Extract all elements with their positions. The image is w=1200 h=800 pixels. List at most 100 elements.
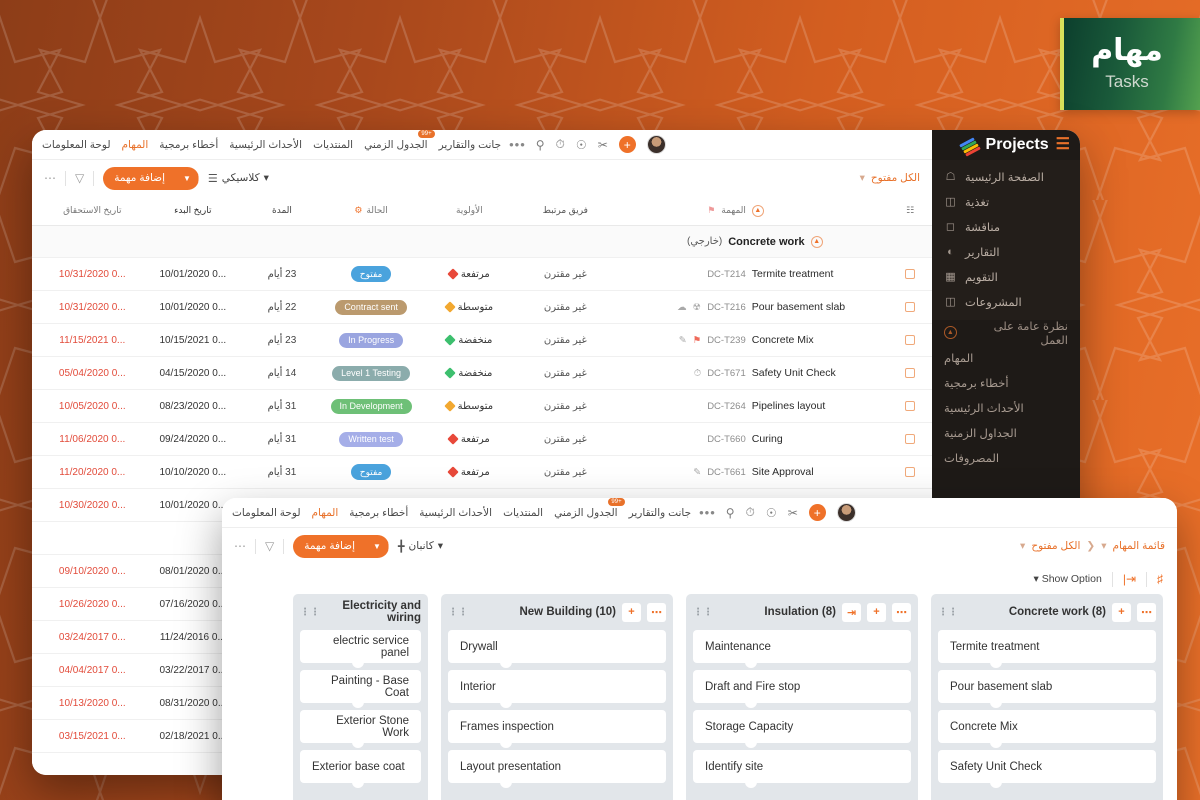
row-status[interactable]: In Development (321, 398, 422, 414)
kanban-card[interactable]: Identify site (693, 750, 911, 788)
nav-link-timeline[interactable]: الجدول الزمني (364, 139, 427, 151)
kanban-card[interactable]: Concrete Mix (938, 710, 1156, 748)
drag-handle-icon[interactable]: ⋮⋮ (300, 607, 320, 618)
tools-icon[interactable]: ✂ (788, 506, 798, 520)
sidebar-section-overview[interactable]: نظرة عامة على العمل ▲ (932, 320, 1080, 347)
plus-button[interactable]: + (808, 504, 826, 521)
status-badge[interactable]: Written test (339, 431, 403, 447)
kanban-column[interactable]: ⋯ + (8) Concrete work ⋮⋮ Termite treatmen… (931, 594, 1163, 800)
search-icon[interactable]: ⚲ (726, 506, 735, 520)
breadcrumb-item-all-open[interactable]: الكل مفتوح (1031, 540, 1080, 552)
kanban-card[interactable]: Layout presentation (448, 750, 666, 788)
collapse-all-icon[interactable]: ▲ (751, 204, 764, 217)
kanban-card[interactable]: Storage Capacity (693, 710, 911, 748)
timer-icon[interactable]: ⏱ (746, 505, 755, 520)
kanban-card[interactable]: Exterior Stone Work (300, 710, 421, 748)
more-icon[interactable]: ⋯ (44, 171, 56, 185)
hamburger-icon[interactable]: ☰ (1056, 137, 1070, 153)
task-name[interactable]: Concrete Mix (752, 334, 814, 346)
nav-link-gantt[interactable]: جانت والتقارير (439, 139, 502, 151)
nav-link-milestones[interactable]: الأحداث الرئيسية (229, 139, 302, 151)
add-task-button[interactable]: ▼ إضافة مهمة (293, 534, 389, 558)
avatar[interactable] (646, 135, 666, 154)
nav-link-milestones[interactable]: الأحداث الرئيسية (419, 507, 492, 519)
nav-link-bugs[interactable]: أخطاء برمجية (159, 139, 218, 151)
nav-link-forums[interactable]: المنتديات (503, 507, 543, 519)
nav-link-tasks[interactable]: المهام (122, 139, 149, 151)
table-group-row[interactable]: ▲ Concrete work (خارجي) (32, 226, 932, 258)
chevron-down-icon[interactable]: ▼ (176, 166, 199, 190)
row-checkbox[interactable] (898, 269, 922, 279)
task-name[interactable]: Termite treatment (752, 268, 834, 280)
sidebar-item-projects[interactable]: المشروعات ◫ (932, 289, 1080, 314)
topnav-more-icon[interactable]: ••• (509, 137, 526, 152)
task-name[interactable]: Curing (752, 433, 783, 445)
kanban-board[interactable]: ⋯ + (8) Concrete work ⋮⋮ Termite treatmen… (222, 594, 1177, 800)
task-name[interactable]: Pour basement slab (752, 301, 845, 313)
table-row[interactable]: Termite treatment DC-T214 غير مقترن مرتف… (32, 258, 932, 291)
column-more-button[interactable]: ⋯ (892, 602, 911, 622)
timer-icon[interactable]: ⏱ (694, 368, 701, 379)
kanban-card[interactable]: Maintenance (693, 630, 911, 668)
kanban-card[interactable]: Safety Unit Check (938, 750, 1156, 788)
sidebar-item-milestones[interactable]: الأحداث الرئيسية (932, 395, 1080, 420)
filter-icon[interactable]: ▽ (265, 539, 274, 553)
column-add-button[interactable]: + (867, 602, 886, 622)
table-row[interactable]: Concrete Mix DC-T239 ⚑ ✎ غير مقترن منخفضة… (32, 324, 932, 357)
sidebar-item-discuss[interactable]: مناقشة ◻ (932, 214, 1080, 239)
kanban-card[interactable]: Termite treatment (938, 630, 1156, 668)
column-more-button[interactable]: ⋯ (1137, 602, 1156, 622)
status-badge[interactable]: Level 1 Testing (332, 365, 411, 381)
nav-link-bugs[interactable]: أخطاء برمجية (349, 507, 408, 519)
row-status[interactable]: مفتوح (321, 464, 422, 480)
row-status[interactable]: In Progress (321, 332, 422, 348)
chat-icon[interactable]: ☁ (677, 302, 687, 313)
row-checkbox[interactable] (898, 467, 922, 477)
row-checkbox[interactable] (898, 302, 922, 312)
column-more-button[interactable]: ⋯ (647, 602, 666, 622)
kanban-card[interactable]: Draft and Fire stop (693, 670, 911, 708)
status-badge[interactable]: Contract sent (335, 299, 407, 315)
row-checkbox[interactable] (898, 368, 922, 378)
sidebar-item-reports[interactable]: التقارير ◐ (932, 239, 1080, 264)
kanban-card[interactable]: Exterior base coat (300, 750, 421, 788)
sidebar-item-feed[interactable]: تغذية ◫ (932, 189, 1080, 214)
sidebar-item-calendar[interactable]: التقويم ▦ (932, 264, 1080, 289)
nav-link-dashboard[interactable]: لوحة المعلومات (42, 139, 111, 151)
kanban-column[interactable]: ⋯ + ⇥ (8) Insulation ⋮⋮ Maintenance Draft a… (686, 594, 918, 800)
task-name[interactable]: Site Approval (752, 466, 814, 478)
attach-icon[interactable]: ✎ (693, 467, 701, 478)
breadcrumb-item-task-list[interactable]: قائمة المهام (1113, 540, 1166, 552)
filter-icon[interactable]: ▽ (75, 171, 84, 185)
timer-icon[interactable]: ⏱ (556, 137, 565, 152)
table-row[interactable]: Site Approval DC-T661 ✎ غير مقترن مرتفعة… (32, 456, 932, 489)
table-row[interactable]: Curing DC-T660 غير مقترن مرتفعة Written … (32, 423, 932, 456)
nav-link-timeline[interactable]: الجدول الزمني (554, 507, 617, 519)
drag-handle-icon[interactable]: ⋮⋮ (448, 607, 468, 618)
kanban-column[interactable]: Electricity and wiring ⋮⋮ electric servi… (293, 594, 428, 800)
column-collapse-button[interactable]: ⇥ (842, 602, 861, 622)
nav-link-dashboard[interactable]: لوحة المعلومات (232, 507, 301, 519)
row-status[interactable]: Level 1 Testing (321, 365, 422, 381)
bug-icon[interactable]: ☢ (693, 302, 702, 313)
status-badge[interactable]: مفتوح (350, 464, 392, 480)
row-status[interactable]: مفتوح (321, 266, 422, 282)
sidebar-item-expenses[interactable]: المصروفات (932, 445, 1080, 470)
add-task-button[interactable]: ▼ إضافة مهمة (103, 166, 199, 190)
chevron-down-icon[interactable]: ▼ (366, 534, 389, 558)
alarm-icon[interactable]: ⚑ (693, 335, 702, 346)
kanban-card[interactable]: electric service panel (300, 630, 421, 668)
bell-icon[interactable]: ☉ (576, 138, 587, 152)
show-option-button[interactable]: Show Option ▾ (1034, 573, 1102, 585)
sidebar-item-bugs[interactable]: أخطاء برمجية (932, 370, 1080, 395)
row-checkbox[interactable] (898, 401, 922, 411)
sidebar-item-tasks[interactable]: المهام (932, 345, 1080, 370)
breadcrumb-item-all-open[interactable]: الكل مفتوح (871, 172, 920, 184)
nav-link-forums[interactable]: المنتديات (313, 139, 353, 151)
column-add-button[interactable]: + (622, 602, 641, 622)
kanban-card[interactable]: Painting - Base Coat (300, 670, 421, 708)
table-row[interactable]: Safety Unit Check DC-T671 ⏱ غير مقترن من… (32, 357, 932, 390)
kanban-card[interactable]: Drywall (448, 630, 666, 668)
chevron-up-circle-icon[interactable]: ▲ (810, 235, 823, 248)
avatar[interactable] (836, 503, 856, 522)
